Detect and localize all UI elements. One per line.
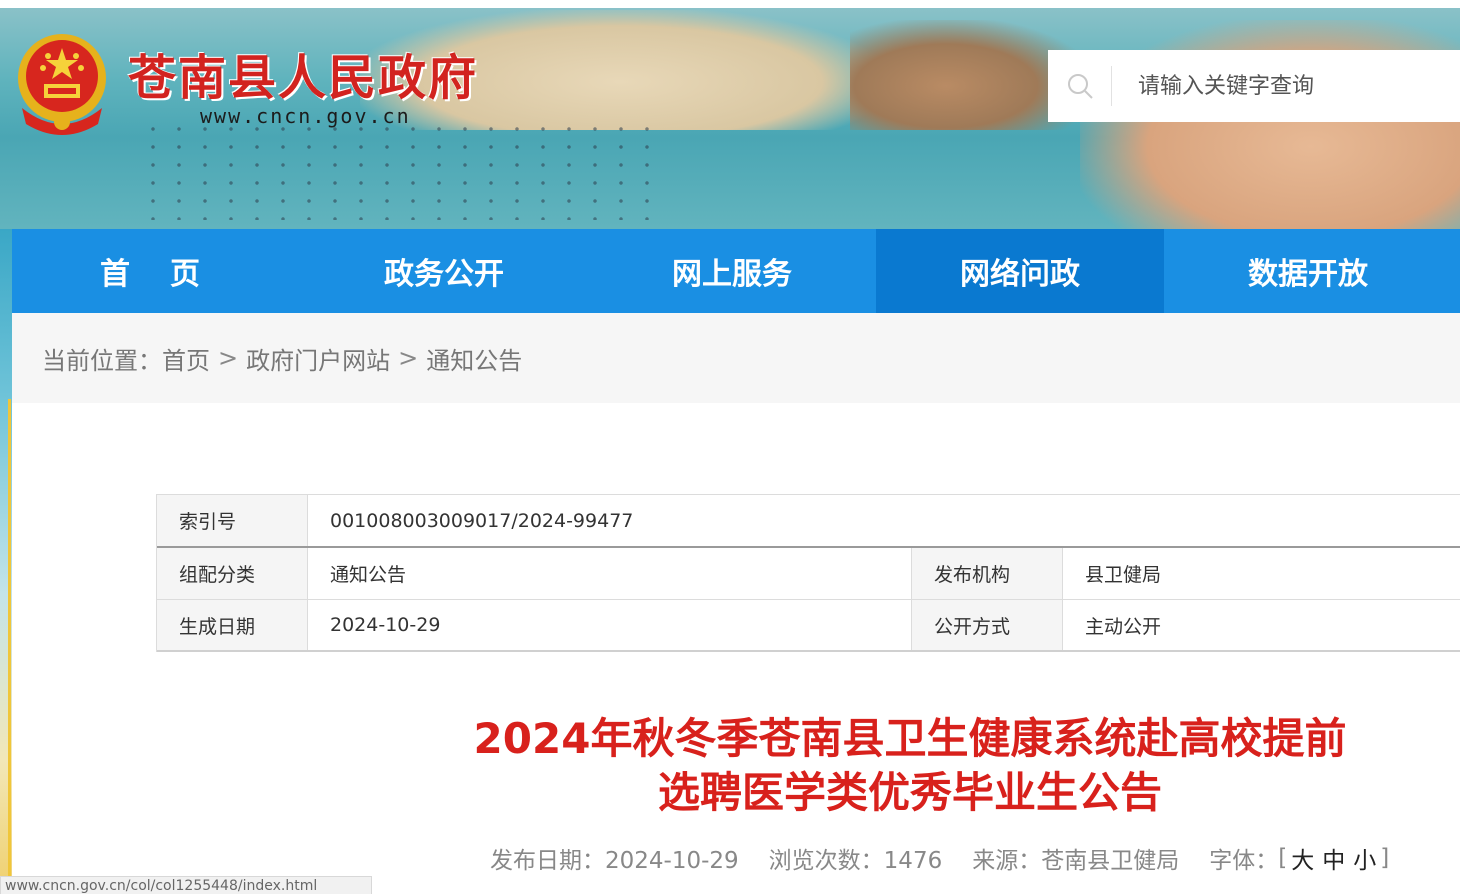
search-icon[interactable] — [1048, 66, 1112, 106]
table-row: 索引号 001008003009017/2024-99477 — [157, 495, 1460, 548]
banner-top-strip — [0, 0, 1460, 8]
article-title-line-2: 选聘医学类优秀毕业生公告 — [657, 768, 1162, 817]
breadcrumb-portal[interactable]: 政府门户网站 — [246, 341, 390, 376]
date-label: 生成日期 — [157, 600, 308, 650]
publish-date: 发布日期：2024-10-29 — [490, 848, 739, 874]
breadcrumb-prefix: 当前位置： — [42, 346, 162, 375]
article-info: 发布日期：2024-10-29 浏览次数：1476 来源：苍南县卫健局 字体： … — [490, 838, 1430, 878]
breadcrumb-notices[interactable]: 通知公告 — [426, 341, 522, 376]
site-name[interactable]: 苍南县人民政府 — [128, 38, 478, 108]
font-size-label: 字体： — [1209, 848, 1279, 874]
nav-home[interactable]: 首页 — [12, 229, 300, 313]
nav-open-data[interactable]: 数据开放 — [1164, 229, 1452, 313]
table-row: 组配分类 通知公告 发布机构 县卫健局 — [157, 548, 1460, 600]
index-label: 索引号 — [157, 495, 308, 546]
site-url: www.cncn.gov.cn — [200, 104, 411, 128]
breadcrumb-separator: > — [218, 344, 239, 372]
article-title-line-1: 2024年秋冬季苍南县卫生健康系统赴高校提前 — [473, 714, 1347, 763]
search-input[interactable] — [1136, 66, 1436, 106]
breadcrumb: 当前位置： 首页 > 政府门户网站 > 通知公告 — [12, 313, 1460, 403]
breadcrumb-separator: > — [398, 344, 419, 372]
publisher-value: 县卫健局 — [1085, 564, 1162, 586]
nav-online-inquiry[interactable]: 网络问政 — [876, 229, 1164, 313]
category-value: 通知公告 — [308, 548, 912, 599]
main-nav: 首页 政务公开 网上服务 网络问政 数据开放 — [12, 229, 1460, 313]
publisher-label: 发布机构 — [912, 548, 1063, 599]
search-box — [1048, 50, 1460, 122]
font-small-button[interactable]: 小 — [1353, 841, 1376, 875]
nav-online-services[interactable]: 网上服务 — [588, 229, 876, 313]
breadcrumb-home[interactable]: 首页 — [162, 341, 210, 376]
left-decoration — [0, 229, 12, 894]
article-title: 2024年秋冬季苍南县卫生健康系统赴高校提前 选聘医学类优秀毕业生公告 — [440, 712, 1380, 820]
national-emblem-icon[interactable] — [12, 28, 112, 136]
banner-boats — [140, 120, 660, 220]
font-large-button[interactable]: 大 — [1291, 841, 1314, 875]
document-meta-table: 索引号 001008003009017/2024-99477 组配分类 通知公告… — [156, 494, 1460, 652]
font-bracket-open: [ — [1278, 845, 1288, 871]
category-label: 组配分类 — [157, 548, 308, 599]
open-method-value: 主动公开 — [1085, 615, 1162, 638]
table-row: 生成日期 2024-10-29 公开方式 主动公开 — [157, 600, 1460, 652]
index-value: 001008003009017/2024-99477 — [330, 509, 634, 532]
browser-status-bar: www.cncn.gov.cn/col/col1255448/index.htm… — [0, 876, 372, 894]
font-bracket-close: ] — [1380, 845, 1390, 871]
date-value: 2024-10-29 — [308, 600, 912, 650]
nav-government-affairs[interactable]: 政务公开 — [300, 229, 588, 313]
open-method-label: 公开方式 — [912, 600, 1063, 650]
font-medium-button[interactable]: 中 — [1322, 841, 1345, 875]
header-banner: 苍南县人民政府 www.cncn.gov.cn — [0, 0, 1460, 229]
view-count: 浏览次数：1476 — [768, 848, 943, 874]
article-source: 来源：苍南县卫健局 — [972, 848, 1180, 874]
